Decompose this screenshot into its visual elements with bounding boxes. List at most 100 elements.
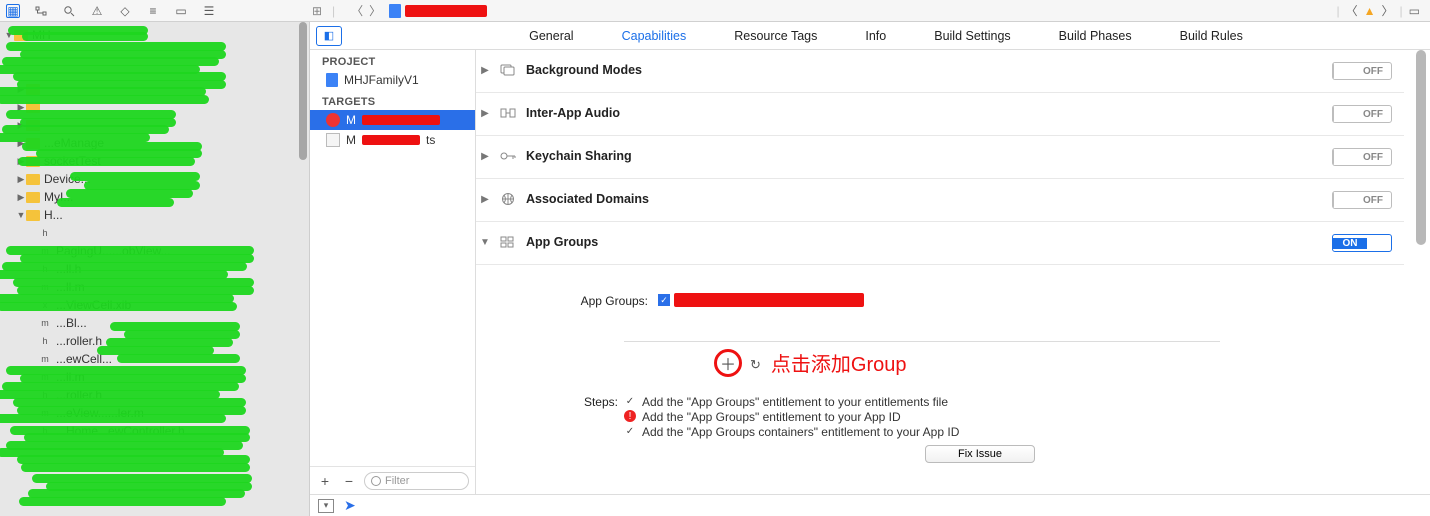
breadcrumb[interactable] (389, 4, 487, 18)
target-app[interactable]: M (310, 110, 475, 130)
disclosure-icon[interactable]: ▶ (480, 65, 490, 76)
capability-ad: ▶Associated DomainsOFF (476, 179, 1404, 222)
remove-target-button[interactable]: − (340, 472, 358, 490)
tab-resource-tags[interactable]: Resource Tags (734, 29, 817, 43)
refresh-button[interactable]: ↻ (750, 357, 761, 373)
nav-row[interactable]: h (4, 224, 309, 242)
app-target-icon (326, 113, 340, 127)
redaction-scribble (0, 302, 237, 311)
nav-label: ...Bl... (56, 316, 87, 330)
debug-icon[interactable]: ≡ (146, 4, 160, 18)
capability-toggle[interactable]: OFF (1332, 148, 1392, 166)
target-list-toggle[interactable]: ◧ (316, 26, 342, 46)
targets-footer: + − Filter (310, 466, 475, 494)
project-targets-column: PROJECT MHJFamilyV1 TARGETS M M ts (310, 50, 476, 494)
nav-row[interactable]: ▼H... (4, 206, 309, 224)
tab-capabilities[interactable]: Capabilities (622, 29, 687, 43)
search-icon[interactable] (62, 4, 76, 18)
editor-scrollbar[interactable] (1416, 50, 1426, 245)
add-target-button[interactable]: + (316, 472, 334, 490)
check-icon: ✓ (624, 425, 636, 437)
target2-suffix: ts (426, 133, 435, 147)
back-button[interactable]: 〈 (351, 2, 363, 19)
test-target-icon (326, 133, 340, 147)
target-redacted: M (346, 113, 356, 127)
check-icon: ✓ (624, 395, 636, 407)
tab-build-phases[interactable]: Build Phases (1059, 29, 1132, 43)
disclosure-icon[interactable]: ▶ (480, 108, 490, 119)
fix-issue-button[interactable]: Fix Issue (925, 445, 1035, 463)
redaction-scribble (70, 172, 200, 181)
file-icon: h (38, 336, 52, 347)
breadcrumb-redacted (405, 5, 487, 17)
folder-icon (26, 210, 40, 221)
project-navigator: ▼MH ▶▶▶▶...eManage▶socketTest▶Device...▶… (0, 22, 310, 516)
step-text: Add the "App Groups" entitlement to your… (642, 395, 948, 409)
reports-icon[interactable]: ☰ (202, 4, 216, 18)
disclosure-icon[interactable]: ▶ (480, 151, 490, 162)
project-file-icon (326, 73, 338, 87)
redaction-scribble (66, 189, 192, 198)
execution-pointer-icon[interactable]: ➤ (344, 497, 356, 514)
prev-issue-icon[interactable]: 〈 (1346, 2, 1358, 19)
breakpoints-icon[interactable]: ▭ (174, 4, 188, 18)
tab-build-rules[interactable]: Build Rules (1180, 29, 1243, 43)
nav-label: H... (44, 208, 63, 222)
folder-icon (26, 174, 40, 185)
capability-toggle[interactable]: OFF (1332, 62, 1392, 80)
tests-icon[interactable]: ◇ (118, 4, 132, 18)
capability-toggle[interactable]: OFF (1332, 105, 1392, 123)
tab-build-settings[interactable]: Build Settings (934, 29, 1010, 43)
capability-bg: ▶Background ModesOFF (476, 50, 1404, 93)
forward-button[interactable]: 〉 (369, 2, 381, 19)
source-control-icon[interactable] (34, 4, 48, 18)
redaction-scribble (0, 133, 150, 142)
target2-redacted-bar (362, 135, 420, 145)
next-issue-icon[interactable]: 〉 (1382, 2, 1394, 19)
project-navigator-icon[interactable]: ▦ (6, 4, 20, 18)
redaction-scribble (117, 354, 240, 363)
add-group-button[interactable]: ＋ (714, 349, 742, 377)
redaction-scribble (22, 32, 148, 41)
warning-icon[interactable]: ▲ (1364, 4, 1376, 18)
project-item[interactable]: MHJFamilyV1 (310, 70, 475, 90)
app-group-entry[interactable]: ✓ (658, 293, 1058, 307)
capability-toggle[interactable]: OFF (1332, 191, 1392, 209)
targets-filter-input[interactable]: Filter (364, 472, 469, 490)
tab-general[interactable]: General (529, 29, 573, 43)
assistant-menu-icon[interactable]: ▭ (1409, 4, 1420, 18)
project-item-label: MHJFamilyV1 (344, 73, 419, 87)
redaction-scribble (21, 463, 250, 472)
variables-view-icon[interactable]: ▾ (318, 499, 334, 513)
issues-icon[interactable]: ⚠ (90, 4, 104, 18)
target-tests[interactable]: M ts (310, 130, 475, 150)
project-header: PROJECT (310, 50, 475, 70)
capability-toggle[interactable]: ON (1332, 234, 1392, 252)
capabilities-editor: ▶Background ModesOFF▶Inter-App AudioOFF▶… (476, 50, 1430, 494)
error-icon: ! (624, 410, 636, 422)
debug-area-bar: ▾ ➤ (310, 494, 1430, 516)
redaction-scribble (19, 497, 226, 506)
folder-icon (26, 192, 40, 203)
app-groups-label: App Groups: (568, 293, 648, 308)
target2-prefix: M (346, 133, 356, 147)
related-items-icon[interactable]: ⊞ (310, 4, 324, 18)
project-tabs: General Capabilities Resource Tags Info Buil… (342, 29, 1430, 43)
navigator-scrollbar[interactable] (299, 22, 307, 160)
right-toolbar: | 〈 ▲ 〉 | ▭ (1336, 2, 1430, 19)
redaction-scribble (0, 414, 226, 423)
file-icon: m (38, 318, 52, 329)
nav-label: ...roller.h (56, 334, 102, 348)
disclosure-icon[interactable]: ▼ (480, 237, 490, 248)
step-text: Add the "App Groups containers" entitlem… (642, 425, 959, 439)
redaction-scribble (18, 157, 194, 166)
disclosure-icon[interactable]: ▶ (480, 194, 490, 205)
file-icon: h (38, 228, 52, 239)
capability-ag: ▼App GroupsON (476, 222, 1404, 265)
annotation-text: 点击添加Group (771, 348, 907, 377)
capability-icon (498, 234, 518, 250)
tab-info[interactable]: Info (865, 29, 886, 43)
checkbox-icon[interactable]: ✓ (658, 294, 670, 306)
steps-block: Steps:✓Add the "App Groups" entitlement … (568, 395, 1392, 463)
app-groups-list[interactable]: ✓ (658, 293, 1058, 313)
